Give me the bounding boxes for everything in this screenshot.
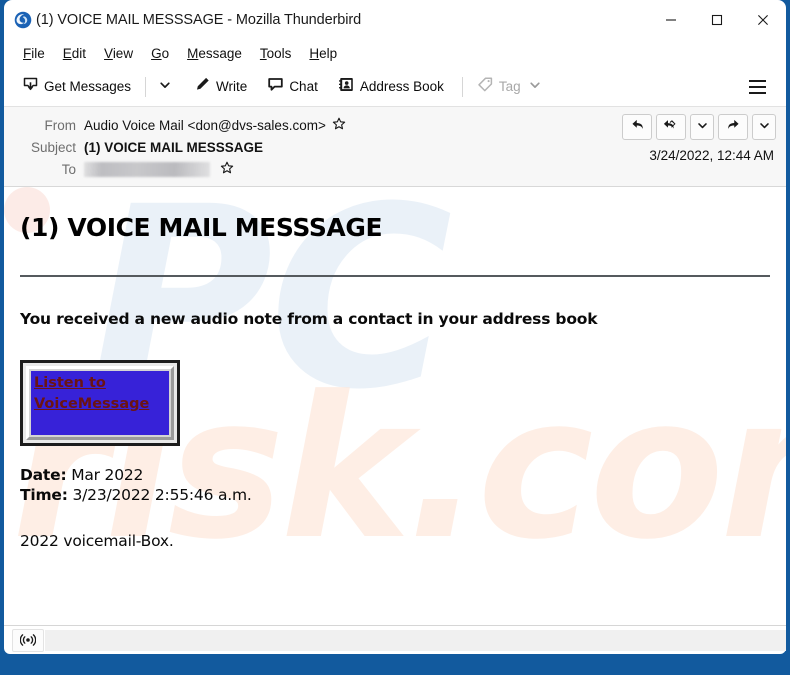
toolbar-divider-2 [461,76,463,97]
write-button[interactable]: Write [187,72,254,102]
hamburger-menu-icon-line2 [749,85,766,88]
close-button[interactable] [740,0,786,40]
email-date-value: Mar 2022 [71,466,144,484]
menu-item-file-rest: ile [31,46,45,61]
tag-button[interactable]: Tag [470,72,548,102]
from-label: From [44,117,77,133]
title-bar: (1) VOICE MAIL MESSSAGE - Mozilla Thunde… [4,0,786,40]
minimize-button[interactable] [648,0,694,40]
email-divider [20,275,770,277]
forward-button[interactable] [718,114,748,140]
menu-item-tools-rest: ools [266,46,292,61]
menu-item-help-rest: elp [319,46,338,61]
listen-to-voicemessage-link[interactable]: Listen to VoiceMessage [34,373,149,415]
chat-button[interactable]: Chat [260,72,325,102]
subject-label: Subject [30,139,76,155]
reply-all-arrow-icon [663,117,679,137]
message-body-pane: PC risk.com (1) VOICE MAIL MESSSAGE You … [4,187,786,625]
menu-item-help[interactable]: Help [300,44,346,63]
email-time-key: Time: [20,486,68,504]
message-header: From Audio Voice Mail <don@dvs-sales.com… [4,107,786,187]
broadcast-online-icon[interactable] [12,628,44,652]
pencil-icon [194,76,211,98]
address-book-label: Address Book [359,79,444,94]
speech-bubble-icon [267,76,284,98]
forward-arrow-icon [726,117,741,137]
to-recipient-redacted [84,161,210,177]
get-messages-dropdown-button[interactable] [153,74,177,100]
maximize-button[interactable] [694,0,740,40]
main-toolbar: Get Messages Write Chat Address Book Tag [4,67,786,107]
email-date-row: Date: Mar 2022 [20,466,770,484]
star-icon[interactable] [332,117,346,134]
email-content: (1) VOICE MAIL MESSSAGE You received a n… [4,187,786,550]
chevron-down-icon [159,78,171,96]
from-address[interactable]: Audio Voice Mail <don@dvs-sales.com> [84,118,326,133]
reply-all-button[interactable] [656,114,686,140]
thunderbird-window: (1) VOICE MAIL MESSSAGE - Mozilla Thunde… [0,0,790,675]
get-messages-label: Get Messages [44,79,132,94]
menu-item-message-rest: essage [198,46,242,61]
menu-item-message[interactable]: Message [178,44,251,63]
email-time-value: 3/23/2022 2:55:46 a.m. [72,486,252,504]
from-value-wrap: Audio Voice Mail <don@dvs-sales.com> [84,117,346,134]
attachment-placeholder[interactable]: Listen to VoiceMessage [31,371,169,435]
email-lede-text: You received a new audio note from a con… [20,310,598,328]
chevron-down-icon [529,78,541,96]
star-icon[interactable] [220,161,234,178]
voicemail-attachment-frame: Listen to VoiceMessage [20,360,180,446]
menu-bar: File Edit View Go Message Tools Help [4,40,786,67]
more-options-button[interactable] [752,114,776,140]
menu-item-file[interactable]: File [14,44,54,63]
status-bar [4,625,786,654]
hamburger-menu-icon-line3 [749,91,766,94]
chevron-down-icon [759,118,770,136]
hamburger-menu-icon [749,79,766,82]
subject-value: (1) VOICE MAIL MESSSAGE [84,139,264,155]
message-date: 3/24/2022, 12:44 AM [649,148,774,163]
inbox-download-icon [22,76,39,98]
to-label: To [61,161,76,177]
window-title: (1) VOICE MAIL MESSSAGE - Mozilla Thunde… [36,12,362,28]
to-value-wrap [84,161,234,178]
app-menu-button[interactable] [743,75,772,99]
menu-item-edit[interactable]: Edit [54,44,95,63]
chevron-down-icon [697,118,708,136]
email-time-row: Time: 3/23/2022 2:55:46 a.m. [20,486,770,504]
thunderbird-logo-icon [14,11,32,29]
email-heading: (1) VOICE MAIL MESSSAGE [20,213,383,242]
attachment-bevel: Listen to VoiceMessage [26,366,174,440]
menu-item-go[interactable]: Go [142,44,178,63]
message-action-buttons [622,114,776,140]
write-label: Write [216,79,248,94]
menu-item-view-rest: iew [112,46,134,61]
menu-item-go-rest: o [161,46,170,61]
tag-icon [477,76,494,98]
menu-item-view[interactable]: View [95,44,142,63]
get-messages-button[interactable]: Get Messages [15,72,138,102]
email-date-key: Date: [20,466,67,484]
reply-arrow-icon [630,117,645,137]
menu-item-tools[interactable]: Tools [251,44,301,63]
reply-button[interactable] [622,114,652,140]
tag-label: Tag [498,79,521,94]
status-message-area [45,629,786,651]
email-footer-text: 2022 voicemail-Box. [20,532,174,550]
chat-label: Chat [289,79,318,94]
address-book-button[interactable]: Address Book [331,72,451,102]
address-book-icon [338,76,355,98]
window-controls [648,0,786,40]
toolbar-divider-1 [145,76,147,97]
menu-item-edit-rest: dit [71,46,87,61]
reply-options-button[interactable] [690,114,714,140]
